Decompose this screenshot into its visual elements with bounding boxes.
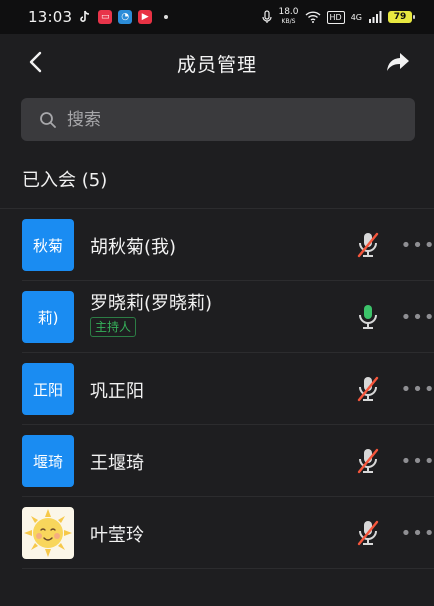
mic-muted-icon — [357, 232, 379, 258]
search-bar[interactable] — [21, 98, 415, 141]
member-row[interactable]: 堰琦 王堰琦 ••• — [22, 425, 434, 497]
mic-toggle-button[interactable] — [354, 519, 382, 547]
more-options-button[interactable]: ••• — [401, 447, 434, 475]
tiktok-icon — [80, 10, 90, 22]
member-name: 叶莹玲 — [90, 525, 144, 546]
signal-label: 4G — [350, 12, 362, 22]
joined-section-header: 已入会 (5) — [0, 152, 434, 208]
search-section — [0, 90, 434, 152]
mic-toggle-button[interactable] — [354, 303, 382, 331]
mic-toggle-button[interactable] — [354, 447, 382, 475]
mic-muted-icon — [357, 376, 379, 402]
status-bar: 13:03 ▭ ◔ ▶ 18.0 KB/S HD 4G 79 — [0, 0, 434, 34]
mic-muted-icon — [357, 520, 379, 546]
speed-value: 18.0 — [278, 7, 299, 17]
avatar: 堰琦 — [22, 435, 74, 487]
mic-muted-icon — [357, 448, 379, 474]
member-name: 胡秋菊(我) — [90, 237, 177, 258]
member-name: 王堰琦 — [90, 453, 144, 474]
network-speed: 18.0 KB/S — [278, 8, 298, 26]
speed-unit: KB/S — [281, 18, 296, 25]
member-name: 罗晓莉(罗晓莉) — [90, 293, 213, 314]
page-title: 成员管理 — [176, 54, 257, 76]
member-row[interactable]: 叶莹玲 ••• — [22, 497, 434, 569]
share-button[interactable] — [384, 48, 412, 76]
mic-toggle-button[interactable] — [354, 375, 382, 403]
app-icon-red: ▭ — [98, 10, 113, 24]
mic-on-icon — [359, 305, 377, 329]
app-icon-play: ▶ — [138, 10, 153, 24]
status-right: 18.0 KB/S HD 4G 79 — [262, 8, 415, 26]
mic-status-icon — [262, 10, 273, 23]
notification-dot-icon — [164, 15, 169, 19]
member-row[interactable]: 秋菊 胡秋菊(我) ••• — [22, 209, 434, 281]
member-list: 秋菊 胡秋菊(我) ••• 莉) 罗晓莉(罗晓莉) 主持人 ••• 正阳 巩正阳 — [0, 208, 434, 571]
avatar-sun-smiley — [22, 507, 74, 559]
member-row[interactable]: 正阳 巩正阳 ••• — [22, 353, 434, 425]
joined-count-title: 已入会 (5) — [22, 170, 108, 191]
mic-toggle-button[interactable] — [354, 231, 382, 259]
avatar: 正阳 — [22, 363, 74, 415]
hd-badge: HD — [326, 10, 345, 24]
avatar: 秋菊 — [22, 219, 74, 271]
list-bottom-area — [0, 570, 434, 606]
sun-smiley-icon — [24, 509, 72, 557]
status-time: 13:03 — [28, 8, 73, 26]
avatar: 莉) — [22, 291, 74, 343]
more-options-button[interactable]: ••• — [401, 231, 434, 259]
wifi-icon — [305, 11, 321, 23]
search-input[interactable] — [65, 108, 369, 131]
host-badge: 主持人 — [90, 317, 137, 337]
more-options-button[interactable]: ••• — [401, 375, 434, 403]
status-left: 13:03 ▭ ◔ ▶ — [28, 8, 169, 26]
battery-icon: 79 — [388, 11, 415, 23]
member-row[interactable]: 莉) 罗晓莉(罗晓莉) 主持人 ••• — [22, 281, 434, 353]
header-bar: 成员管理 — [0, 34, 434, 90]
member-name: 巩正阳 — [90, 381, 144, 402]
app-icon-blue: ◔ — [118, 10, 133, 24]
more-options-button[interactable]: ••• — [401, 519, 434, 547]
search-icon — [40, 111, 56, 128]
signal-bars-icon — [369, 11, 382, 23]
more-options-button[interactable]: ••• — [401, 303, 434, 331]
share-arrow-icon — [387, 53, 409, 71]
